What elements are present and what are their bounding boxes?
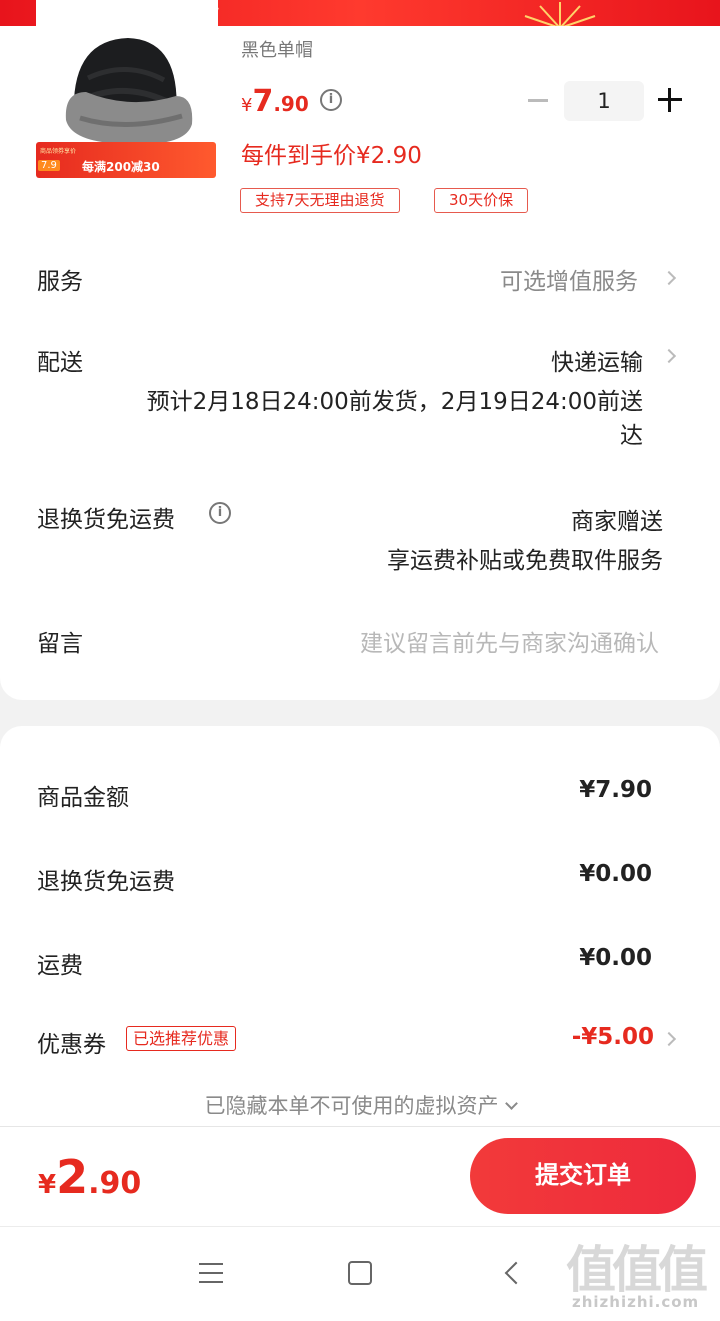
shipping-value: ¥0.00 — [579, 945, 652, 971]
quantity-input[interactable]: 1 — [564, 81, 644, 121]
goods-amount-label: 商品金额 — [37, 785, 129, 811]
delivery-label: 配送 — [37, 350, 83, 376]
price-currency: ¥ — [241, 95, 253, 116]
return-description: 享运费补贴或免费取件服务 — [387, 548, 663, 574]
price-info-icon[interactable]: i — [320, 89, 342, 111]
promo-small-text: 商品领券享价 — [40, 148, 77, 155]
return-fee-value: ¥0.00 — [579, 861, 652, 887]
price-decimal: .90 — [273, 92, 309, 116]
service-label: 服务 — [37, 269, 83, 295]
price-integer: 7 — [252, 84, 274, 119]
submit-order-button[interactable]: 提交订单 — [470, 1138, 696, 1214]
shipping-label: 运费 — [37, 953, 83, 979]
service-value[interactable]: 可选增值服务 — [500, 262, 638, 296]
coupon-badge: 已选推荐优惠 — [126, 1026, 237, 1051]
hidden-assets-toggle[interactable]: 已隐藏本单不可使用的虚拟资产 — [0, 1090, 720, 1120]
hidden-assets-text: 已隐藏本单不可使用的虚拟资产 — [204, 1094, 499, 1118]
delivery-estimate: 预计2月18日24:00前发货，2月19日24:00前送 — [146, 389, 643, 415]
total-currency: ¥ — [38, 1170, 57, 1200]
promo-price-badge: 7.9 — [38, 160, 60, 171]
quantity-minus-button[interactable] — [528, 99, 548, 102]
promo-text: 每满200减30 — [82, 160, 160, 174]
order-total: ¥2.90 — [38, 1150, 141, 1204]
total-decimal: .90 — [88, 1166, 142, 1201]
goods-amount-value: ¥7.90 — [579, 777, 652, 803]
note-label: 留言 — [37, 631, 83, 657]
delivery-value[interactable]: 快递运输 — [551, 343, 643, 377]
tag-price-protection: 30天价保 — [434, 188, 529, 213]
watermark-url: zhizhizhi.com — [572, 1293, 700, 1311]
delivery-estimate-cont: 达 — [620, 423, 643, 449]
total-integer: 2 — [56, 1150, 89, 1204]
firework-decoration — [524, 2, 596, 28]
watermark-mark: 值值值 — [566, 1241, 708, 1299]
product-price: ¥7.90 — [241, 84, 309, 119]
return-value: 商家赠送 — [571, 509, 663, 535]
note-input[interactable]: 建议留言前先与商家沟通确认 — [360, 624, 659, 658]
coupon-label: 优惠券 — [37, 1032, 106, 1058]
home-icon[interactable] — [348, 1261, 372, 1285]
return-fee-label: 退换货免运费 — [37, 869, 175, 895]
chevron-down-icon — [504, 1097, 518, 1110]
return-label: 退换货免运费 — [37, 507, 175, 533]
sku-name: 黑色单帽 — [241, 40, 313, 61]
quantity-plus-button[interactable] — [658, 88, 682, 112]
menu-icon[interactable] — [199, 1263, 223, 1283]
unit-price: 每件到手价¥2.90 — [241, 143, 422, 169]
return-info-icon[interactable]: i — [209, 502, 231, 524]
tag-7day-return: 支持7天无理由退货 — [240, 188, 400, 213]
coupon-value[interactable]: -¥5.00 — [572, 1024, 654, 1050]
watermark: 值值值 zhizhizhi.com — [566, 1230, 716, 1318]
